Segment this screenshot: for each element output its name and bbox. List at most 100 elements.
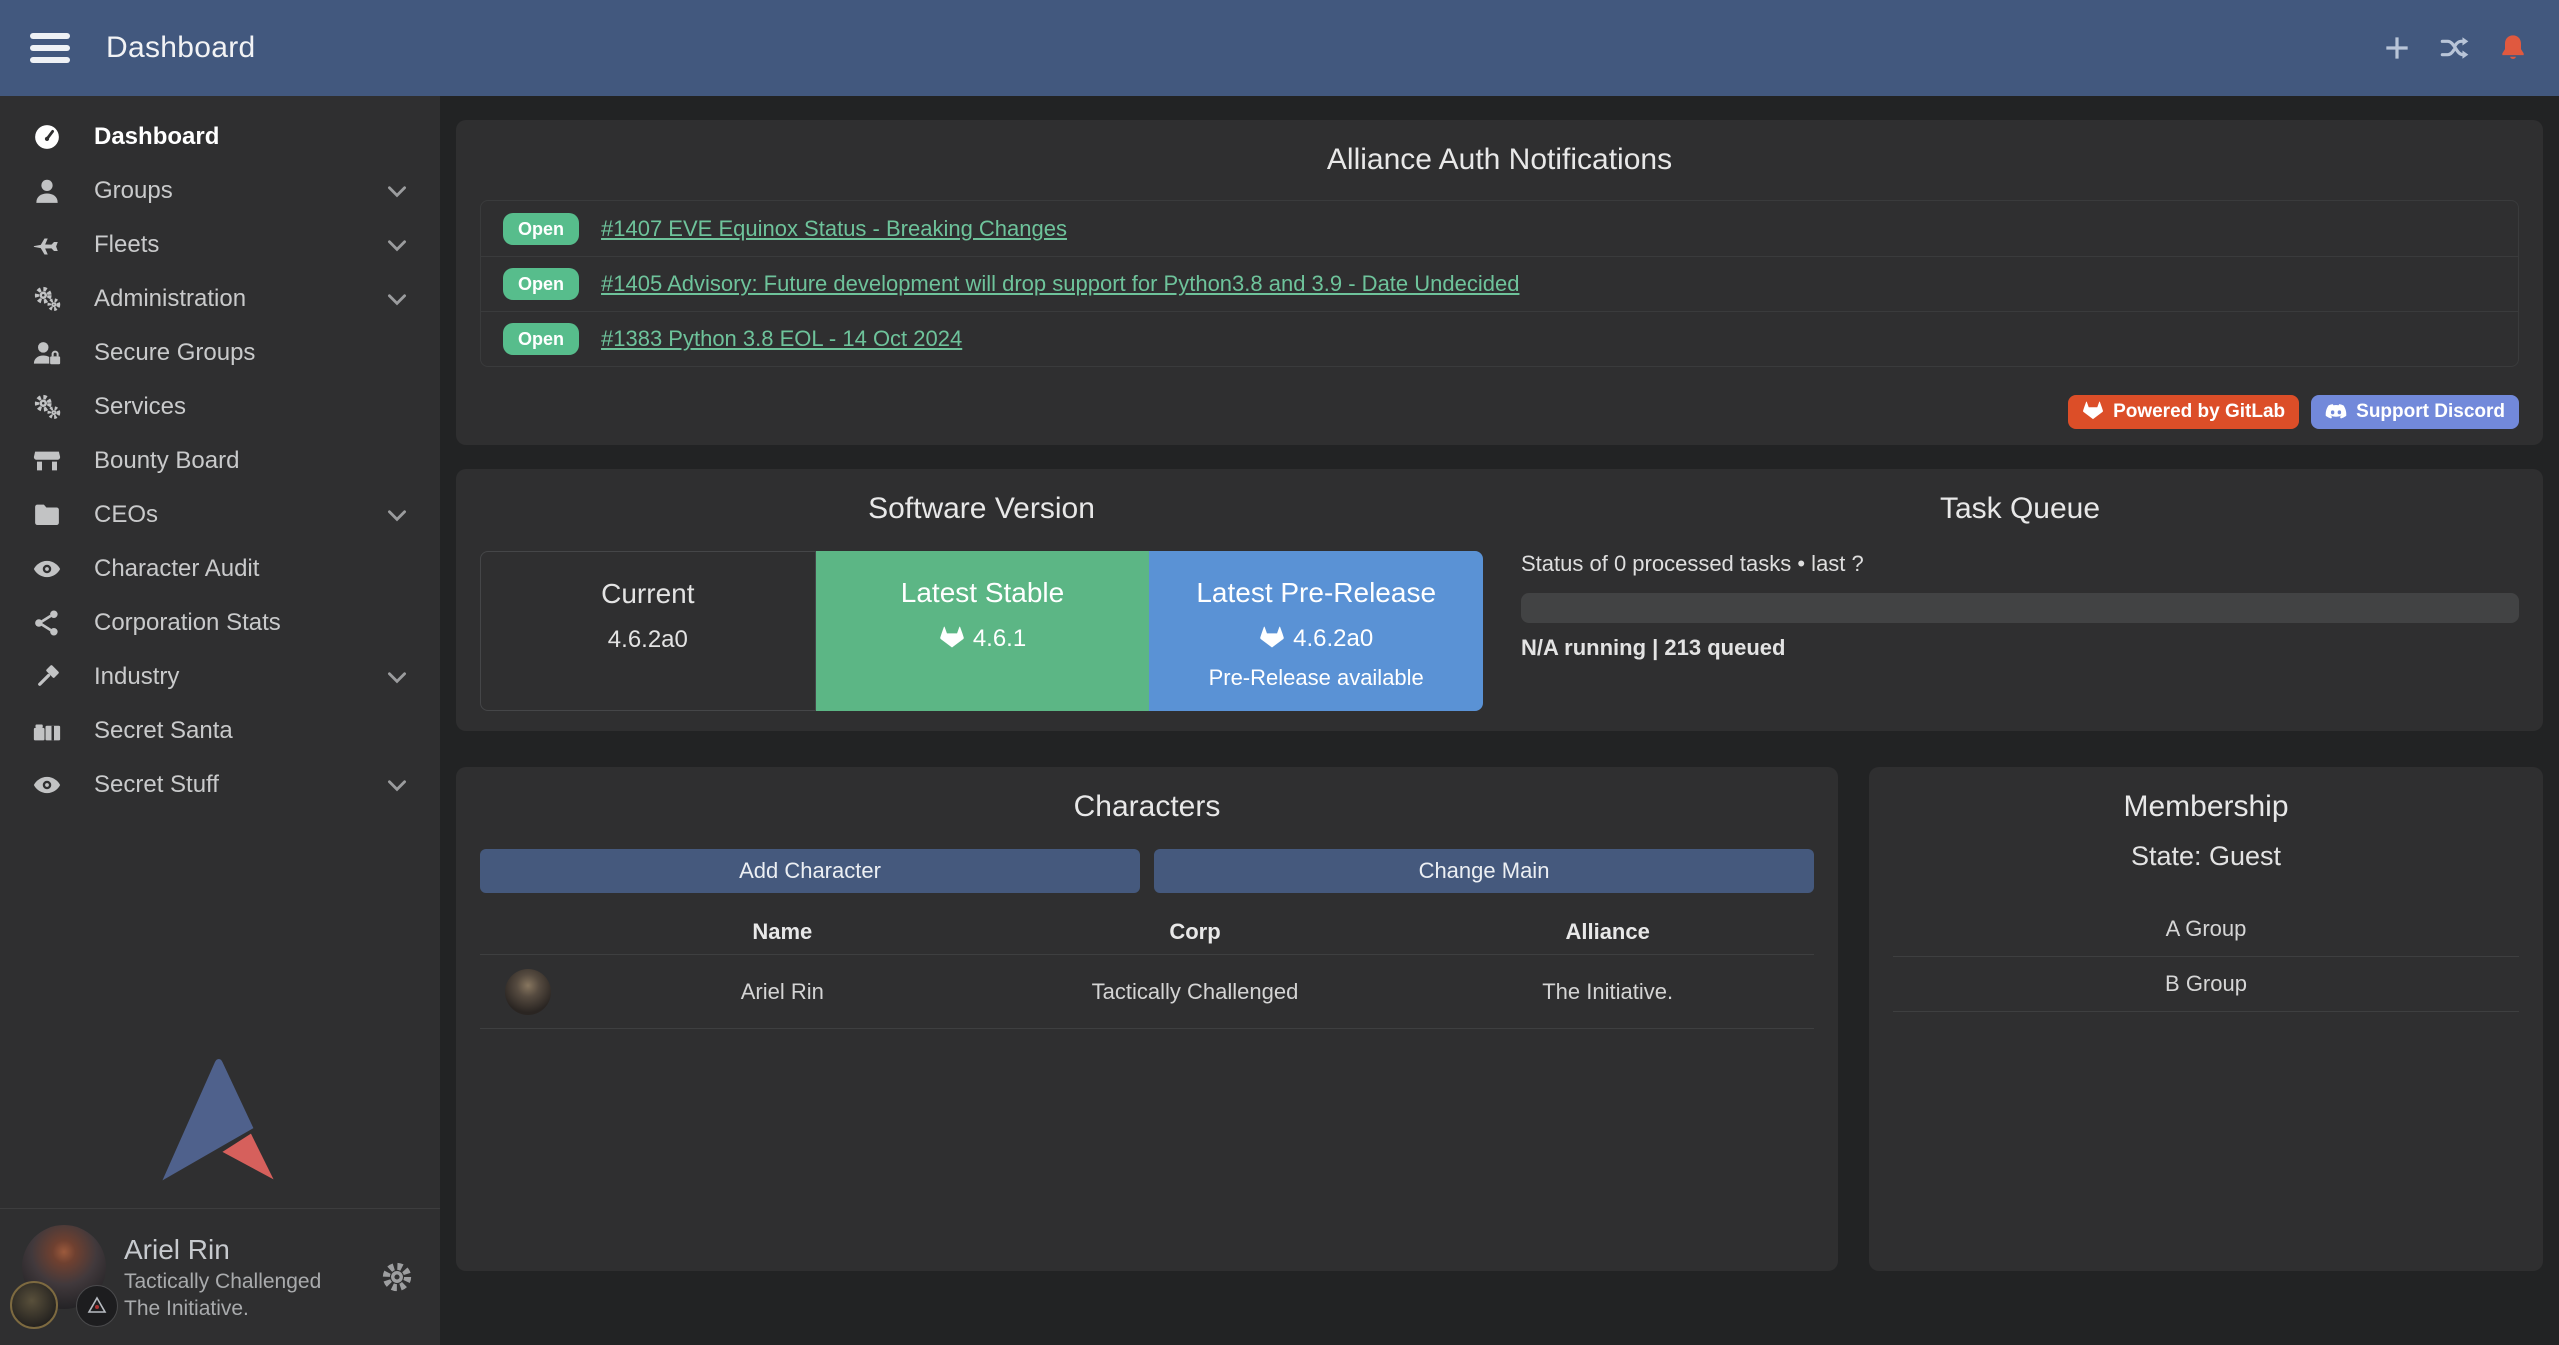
status-badge: Open <box>503 323 579 355</box>
support-discord-badge[interactable]: Support Discord <box>2311 395 2519 429</box>
badge-label: Support Discord <box>2356 401 2505 423</box>
user-lock-icon <box>30 338 64 368</box>
gitlab-icon <box>1259 626 1285 652</box>
cogs-icon <box>30 284 64 314</box>
characters-title: Characters <box>480 789 1814 825</box>
gear-icon[interactable] <box>380 1260 414 1294</box>
list-item: B Group <box>1893 957 2519 1012</box>
top-navbar: Dashboard <box>0 0 2559 96</box>
sidebar-item-label: Administration <box>94 285 246 313</box>
eye-icon <box>30 554 64 584</box>
version-label: Latest Stable <box>816 577 1150 609</box>
characters-table-header: Name Corp Alliance <box>480 909 1814 955</box>
sidebar-item-label: Dashboard <box>94 123 219 151</box>
sidebar-item-label: Character Audit <box>94 555 259 583</box>
task-queue-progressbar <box>1521 593 2519 623</box>
table-row: Ariel Rin Tactically Challenged The Init… <box>480 955 1814 1029</box>
gifts-icon <box>30 716 64 746</box>
user-icon <box>30 176 64 206</box>
gauge-icon <box>30 122 64 152</box>
characters-table: Name Corp Alliance Ariel Rin Tactically … <box>480 909 1814 1029</box>
version-number: 4.6.1 <box>973 625 1026 653</box>
version-latest-prerelease: Latest Pre-Release 4.6.2a0 Pre-Release a… <box>1149 551 1483 711</box>
column-header-corp: Corp <box>989 919 1402 945</box>
change-main-button[interactable]: Change Main <box>1154 849 1814 893</box>
sidebar-item-character-audit[interactable]: Character Audit <box>0 542 440 596</box>
powered-by-gitlab-badge[interactable]: Powered by GitLab <box>2068 395 2299 429</box>
membership-panel: Membership State: Guest A Group B Group <box>1869 767 2543 1271</box>
user-name: Ariel Rin <box>124 1232 321 1268</box>
version-number: 4.6.2a0 <box>1293 625 1373 653</box>
notification-link[interactable]: #1383 Python 3.8 EOL - 14 Oct 2024 <box>601 326 962 352</box>
chevron-down-icon <box>384 232 410 258</box>
page-title: Dashboard <box>106 31 255 65</box>
sidebar-item-secure-groups[interactable]: Secure Groups <box>0 326 440 380</box>
sidebar-item-dashboard[interactable]: Dashboard <box>0 110 440 164</box>
corp-logo <box>10 1281 58 1329</box>
sidebar: Dashboard Groups Fleets Administration <box>0 96 440 1345</box>
software-version-title: Software Version <box>480 491 1483 527</box>
notifications-panel: Alliance Auth Notifications Open #1407 E… <box>456 120 2543 445</box>
software-taskqueue-panel: Software Version Current 4.6.2a0 Latest … <box>456 469 2543 731</box>
sidebar-item-groups[interactable]: Groups <box>0 164 440 218</box>
notifications-list: Open #1407 EVE Equinox Status - Breaking… <box>480 200 2519 367</box>
version-latest-stable: Latest Stable 4.6.1 <box>816 551 1150 711</box>
shuffle-icon[interactable] <box>2439 32 2471 64</box>
jet-icon <box>30 230 64 260</box>
menu-hamburger-icon[interactable] <box>30 33 70 63</box>
notification-bell-icon[interactable] <box>2497 32 2529 64</box>
sidebar-item-label: Fleets <box>94 231 159 259</box>
navbar-actions <box>2381 32 2529 64</box>
sidebar-item-label: Corporation Stats <box>94 609 281 637</box>
status-badge: Open <box>503 268 579 300</box>
sidebar-item-label: Industry <box>94 663 179 691</box>
sidebar-item-label: Services <box>94 393 186 421</box>
sidebar-item-secret-santa[interactable]: Secret Santa <box>0 704 440 758</box>
version-current: Current 4.6.2a0 <box>480 551 816 711</box>
chevron-down-icon <box>384 502 410 528</box>
sidebar-item-label: Secret Stuff <box>94 771 219 799</box>
eye-icon <box>30 770 64 800</box>
notification-item: Open #1405 Advisory: Future development … <box>481 256 2518 311</box>
gitlab-icon <box>939 626 965 652</box>
notifications-title: Alliance Auth Notifications <box>480 142 2519 178</box>
sidebar-item-bounty-board[interactable]: Bounty Board <box>0 434 440 488</box>
version-note: Pre-Release available <box>1149 665 1483 691</box>
sidebar-item-label: Groups <box>94 177 173 205</box>
notification-link[interactable]: #1405 Advisory: Future development will … <box>601 271 1519 297</box>
main-content: Alliance Auth Notifications Open #1407 E… <box>440 96 2559 1345</box>
sidebar-item-label: Bounty Board <box>94 447 239 475</box>
sidebar-item-services[interactable]: Services <box>0 380 440 434</box>
notification-item: Open #1407 EVE Equinox Status - Breaking… <box>481 201 2518 256</box>
sidebar-item-industry[interactable]: Industry <box>0 650 440 704</box>
sidebar-item-label: CEOs <box>94 501 158 529</box>
chevron-down-icon <box>384 772 410 798</box>
chevron-down-icon <box>384 178 410 204</box>
badge-label: Powered by GitLab <box>2113 401 2285 423</box>
sidebar-item-administration[interactable]: Administration <box>0 272 440 326</box>
sidebar-item-secret-stuff[interactable]: Secret Stuff <box>0 758 440 812</box>
sidebar-item-fleets[interactable]: Fleets <box>0 218 440 272</box>
membership-title: Membership <box>1893 789 2519 825</box>
user-avatar <box>22 1225 108 1329</box>
notification-link[interactable]: #1407 EVE Equinox Status - Breaking Chan… <box>601 216 1067 242</box>
add-icon[interactable] <box>2381 32 2413 64</box>
character-avatar <box>505 969 551 1015</box>
list-item: A Group <box>1893 902 2519 957</box>
version-label: Latest Pre-Release <box>1149 577 1483 609</box>
task-queue-title: Task Queue <box>1521 491 2519 527</box>
user-alliance: The Initiative. <box>124 1295 321 1322</box>
version-number: 4.6.2a0 <box>608 626 688 654</box>
sidebar-item-ceos[interactable]: CEOs <box>0 488 440 542</box>
status-badge: Open <box>503 213 579 245</box>
version-label: Current <box>481 578 815 610</box>
cell-character-alliance: The Initiative. <box>1401 979 1814 1005</box>
version-boxes: Current 4.6.2a0 Latest Stable 4.6.1 Late… <box>480 551 1483 711</box>
membership-group-list: A Group B Group <box>1893 902 2519 1012</box>
add-character-button[interactable]: Add Character <box>480 849 1140 893</box>
sidebar-item-corporation-stats[interactable]: Corporation Stats <box>0 596 440 650</box>
folder-icon <box>30 500 64 530</box>
cell-character-name: Ariel Rin <box>576 979 989 1005</box>
store-icon <box>30 446 64 476</box>
alliance-logo <box>76 1285 118 1327</box>
